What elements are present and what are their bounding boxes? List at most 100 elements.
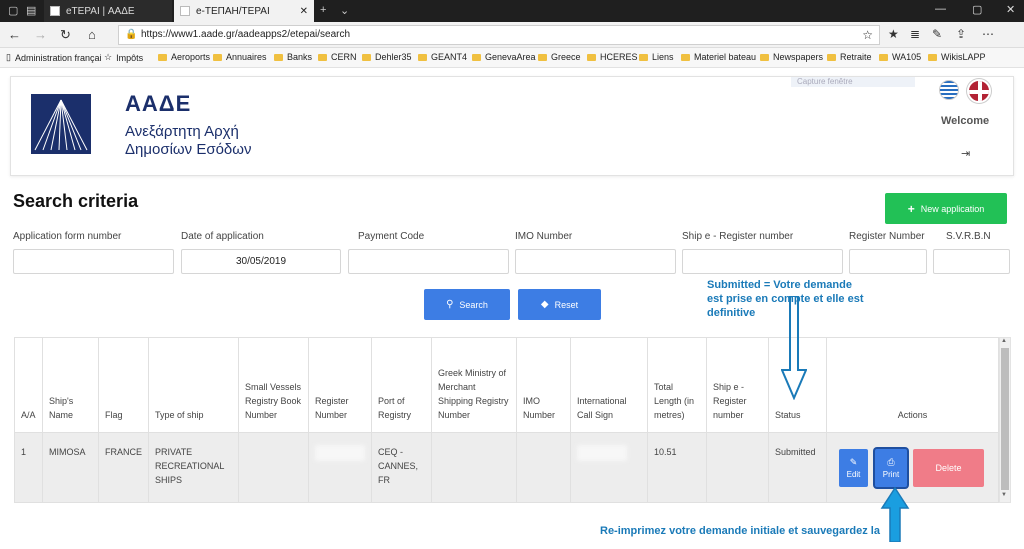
fav-item[interactable]: Liens	[639, 52, 674, 62]
register-number-input[interactable]	[849, 249, 927, 274]
tab-search[interactable]: e-ΤΕΠΑΗ/ΤΕΡΑΙ ✕	[174, 0, 314, 22]
cell-ship-name: MIMOSA	[42, 432, 99, 503]
tabs-icon[interactable]: ▤	[26, 4, 36, 17]
folder-icon	[274, 53, 283, 61]
annotation-reprint: Re-imprimez votre demande initiale et sa…	[600, 525, 880, 537]
col-header: Ship's Name	[42, 337, 99, 433]
results-table: A/A Ship's Name Flag Type of ship Small …	[14, 337, 999, 503]
edit-label: Edit	[846, 470, 861, 479]
cell-svrbn	[238, 432, 310, 503]
lock-icon: 🔒	[125, 29, 138, 40]
fav-item[interactable]: WikisLAPP	[928, 52, 986, 62]
fav-item[interactable]: Materiel bateau	[681, 52, 756, 62]
fav-item[interactable]: Aeroports	[158, 52, 210, 62]
brand-subtitle-line: Δημοσίων Εσόδων	[125, 141, 252, 158]
cell-port: CEQ - CANNES, FR	[371, 432, 433, 503]
tab-etepai[interactable]: eTEPAI | ΑΑΔΕ	[44, 0, 172, 22]
refresh-icon[interactable]: ↻	[60, 27, 71, 43]
col-header: Actions	[826, 337, 999, 433]
reset-button[interactable]: ◆ Reset	[518, 289, 601, 320]
cell-imo	[516, 432, 572, 503]
fav-item[interactable]: Newspapers	[760, 52, 823, 62]
reading-list-icon[interactable]: ≣	[910, 27, 920, 41]
cell-call-sign	[570, 432, 649, 503]
fav-item[interactable]: ☆ Impôts	[104, 52, 143, 63]
field-label: S.V.R.B.N	[946, 231, 991, 242]
notes-icon[interactable]: ✎	[932, 27, 942, 41]
ship-e-register-input[interactable]	[682, 249, 843, 274]
fav-item[interactable]: WA105	[879, 52, 921, 62]
capture-window-hint: Capture fenêtre	[791, 77, 915, 87]
col-header: Greek Ministry of Merchant Shipping Regi…	[431, 337, 518, 433]
field-label: Ship e - Register number	[682, 231, 794, 242]
folder-icon	[587, 53, 596, 61]
fav-item[interactable]: ▯ Administration françai	[6, 52, 102, 63]
fav-item[interactable]: Greece	[538, 52, 581, 62]
cell-gmms	[431, 432, 518, 503]
search-icon: ⚲	[446, 299, 454, 310]
minimize-icon[interactable]: —	[935, 3, 946, 15]
fav-item[interactable]: Retraite	[827, 52, 872, 62]
tab-title: e-ΤΕΠΑΗ/ΤΕΡΑΙ	[196, 5, 270, 17]
fav-item[interactable]: HCERES	[587, 52, 638, 62]
favorites-bar: ▯ Administration françai ☆ Impôts Aeroport…	[0, 48, 1024, 68]
chevron-down-icon[interactable]: ⌄	[340, 4, 349, 17]
close-tab-icon[interactable]: ✕	[300, 6, 308, 17]
imo-number-input[interactable]	[515, 249, 676, 274]
eraser-icon: ◆	[540, 299, 549, 310]
new-application-label: New application	[920, 203, 985, 214]
cell-e-register	[706, 432, 770, 503]
fav-item[interactable]: Banks	[274, 52, 312, 62]
cell-actions: ✎ Edit ⎙ Print Delete	[826, 432, 999, 503]
fav-item[interactable]: CERN	[318, 52, 357, 62]
welcome-text: Welcome	[941, 115, 990, 127]
col-header: Total Length (in metres)	[647, 337, 708, 433]
cell-status: Submitted	[768, 432, 828, 503]
application-form-number-input[interactable]	[13, 249, 174, 274]
tab-favicon-icon	[50, 6, 60, 16]
share-icon[interactable]: ⇪	[956, 27, 966, 41]
tab-favicon-icon	[180, 6, 190, 16]
back-icon[interactable]: ←	[8, 27, 21, 42]
home-icon[interactable]: ⌂	[88, 27, 96, 42]
payment-code-input[interactable]	[348, 249, 509, 274]
uk-flag-icon[interactable]	[967, 79, 991, 103]
folder-icon	[158, 53, 167, 61]
scrollbar-thumb[interactable]	[1001, 348, 1009, 490]
url-field[interactable]: 🔒 https://www1.aade.gr/aadeapps2/etepai/…	[118, 25, 880, 45]
edit-icon: ✎	[849, 457, 858, 467]
more-icon[interactable]: ⋯	[982, 27, 994, 41]
date-of-application-input[interactable]: 30/05/2019	[181, 249, 341, 274]
plus-icon: +	[907, 201, 915, 216]
forward-icon[interactable]: →	[34, 27, 47, 42]
favorites-icon[interactable]: ★	[888, 27, 899, 41]
scroll-up-icon[interactable]: ▲	[1001, 338, 1007, 344]
folder-icon	[213, 53, 222, 61]
field-label: IMO Number	[515, 231, 573, 242]
fav-item[interactable]: GenevaArea	[472, 52, 536, 62]
new-application-button[interactable]: + New application	[885, 193, 1007, 224]
address-bar: ← → ↻ ⌂ 🔒 https://www1.aade.gr/aadeapps2…	[0, 22, 1024, 48]
svrbn-input[interactable]	[933, 249, 1010, 274]
arrow-down-icon	[781, 296, 807, 400]
maximize-icon[interactable]: ▢	[972, 3, 982, 16]
field-label: Register Number	[849, 231, 925, 242]
greek-flag-icon[interactable]	[939, 80, 959, 100]
window-icon[interactable]: ▢	[8, 4, 18, 17]
star-icon[interactable]: ☆	[862, 26, 873, 44]
folder-icon	[928, 53, 937, 61]
delete-button[interactable]: Delete	[913, 449, 985, 487]
logout-icon[interactable]: ⇥	[961, 147, 970, 160]
new-tab-icon[interactable]: +	[320, 4, 326, 16]
fav-item[interactable]: Dehler35	[362, 52, 412, 62]
folder-icon	[827, 53, 836, 61]
fav-item[interactable]: Annuaires	[213, 52, 267, 62]
scroll-down-icon[interactable]: ▼	[1001, 492, 1007, 498]
close-window-icon[interactable]: ✕	[1006, 3, 1015, 16]
search-button[interactable]: ⚲ Search	[424, 289, 510, 320]
print-button[interactable]: ⎙ Print	[875, 449, 908, 487]
fav-item[interactable]: GEANT4	[418, 52, 467, 62]
brand-name: ΑΑΔΕ	[125, 91, 192, 116]
redacted-value	[577, 445, 628, 461]
edit-button[interactable]: ✎ Edit	[839, 449, 869, 487]
